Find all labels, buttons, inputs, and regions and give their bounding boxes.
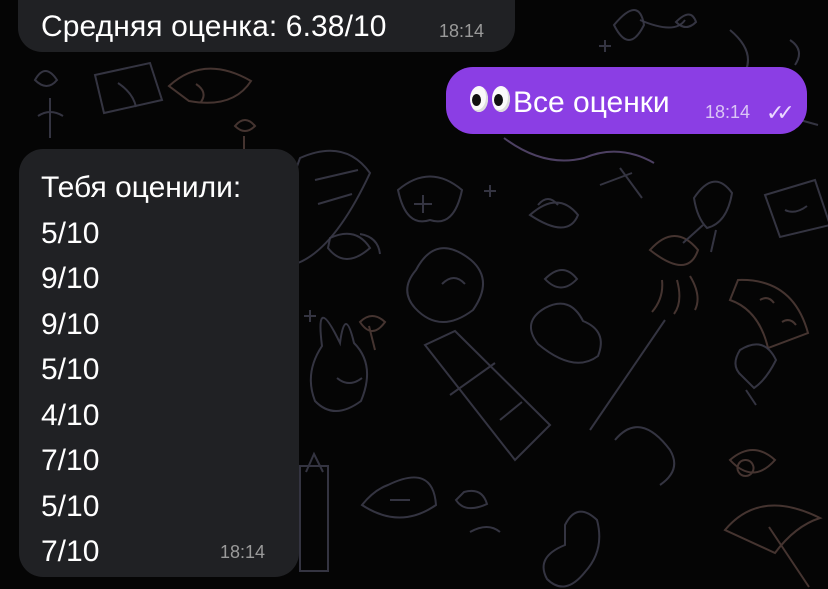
left-eye-icon — [470, 86, 488, 112]
message-time: 18:14 — [705, 102, 751, 122]
score-item: 5/10 — [41, 353, 100, 386]
incoming-scores-list-message[interactable]: Тебя оценили: 5/10 9/10 9/10 5/10 4/10 7… — [19, 149, 299, 577]
message-text: Средняя оценка: 6.38/10 — [41, 10, 387, 43]
score-item: 5/10 — [41, 216, 100, 250]
message-time: 18:14 — [439, 21, 485, 41]
outgoing-all-scores-message[interactable]: Все оценки 18:14 ✓✓ — [446, 67, 807, 134]
score-item: 4/10 — [41, 398, 100, 432]
score-item: 9/10 — [41, 307, 100, 341]
message-text: Все оценки — [513, 86, 670, 119]
message-title: Тебя оценили: — [41, 171, 242, 204]
eyes-emoji-icon — [470, 86, 512, 114]
message-time: 18:14 — [220, 542, 266, 562]
score-item: 7/10 — [41, 444, 100, 477]
double-check-icon: ✓✓ — [766, 100, 795, 125]
incoming-average-score-message[interactable]: Средняя оценка: 6.38/10 18:14 — [18, 0, 515, 52]
chat-window: Средняя оценка: 6.38/10 18:14 Все оценки… — [0, 0, 828, 589]
score-item: 9/10 — [41, 262, 100, 295]
score-item: 5/10 — [41, 489, 100, 523]
right-eye-icon — [492, 86, 510, 112]
